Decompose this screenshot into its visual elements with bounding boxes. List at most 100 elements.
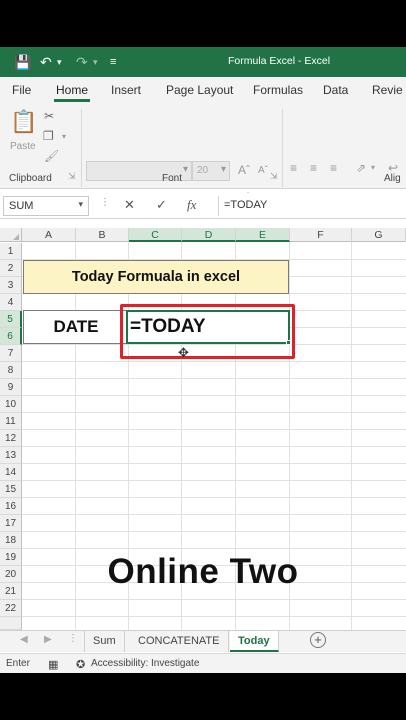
column-header-f[interactable]: F [290, 228, 352, 242]
decrease-font-icon[interactable]: Aˇ [258, 165, 268, 176]
gridline [22, 616, 406, 617]
name-box-value: SUM [9, 200, 34, 212]
ribbon-separator [282, 109, 283, 187]
excel-window: 💾 ↶ ▾ ↷ ▾ ≡ Formula Excel - Excel File H… [0, 47, 406, 673]
insert-function-button[interactable]: fx [187, 197, 196, 213]
column-header-g[interactable]: G [352, 228, 406, 242]
redo-dropdown-icon[interactable]: ▾ [93, 47, 98, 77]
tab-formulas[interactable]: Formulas [253, 83, 303, 97]
status-mode: Enter [6, 658, 30, 669]
undo-dropdown-icon[interactable]: ▾ [57, 47, 62, 77]
orientation-icon[interactable]: ⇗ [356, 161, 366, 175]
copy-dropdown-icon[interactable]: ▾ [62, 132, 66, 141]
mouse-cursor-icon: ✥ [178, 345, 189, 360]
row-header-16[interactable]: 16 [0, 498, 22, 515]
macro-record-icon[interactable]: ▦ [48, 658, 58, 671]
font-launcher-icon[interactable]: ⇲ [270, 171, 278, 182]
save-icon[interactable]: 💾 [14, 47, 31, 77]
row-header-9[interactable]: 9 [0, 379, 22, 396]
format-painter-icon[interactable]: 🖌 [44, 149, 59, 163]
gridline [22, 548, 406, 549]
row-header-11[interactable]: 11 [0, 413, 22, 430]
add-sheet-icon[interactable]: + [310, 632, 326, 648]
cancel-icon[interactable]: ✕ [124, 197, 135, 213]
row-header-8[interactable]: 8 [0, 362, 22, 379]
align-top-icon[interactable]: ≡ [290, 161, 297, 175]
gridline [22, 361, 406, 362]
row-header-3[interactable]: 3 [0, 277, 22, 294]
ribbon-tabs: File Home Insert Page Layout Formulas Da… [0, 77, 406, 103]
redo-icon[interactable]: ↷ [76, 47, 88, 77]
tab-insert[interactable]: Insert [111, 83, 141, 97]
gridline [22, 480, 406, 481]
clipboard-group-label: Clipboard [9, 173, 52, 184]
row-header-17[interactable]: 17 [0, 515, 22, 532]
name-box-dropdown-icon[interactable]: ▾ [78, 199, 83, 210]
tab-home[interactable]: Home [56, 83, 88, 97]
row-header-22[interactable]: 22 [0, 600, 22, 617]
formula-input[interactable]: =TODAY [218, 196, 406, 216]
tab-review[interactable]: Revie [372, 83, 403, 97]
gridline [22, 378, 406, 379]
formula-bar: SUM ▾ ⋮ ✕ ✓ fx =TODAY [0, 193, 406, 219]
align-middle-icon[interactable]: ≡ [310, 161, 317, 175]
increase-font-icon[interactable]: Aˆ [238, 163, 250, 177]
orientation-dropdown-icon[interactable]: ▾ [371, 163, 375, 172]
watermark-text: Online Two [107, 552, 299, 591]
highlight-annotation-box [120, 304, 295, 359]
row-header-4[interactable]: 4 [0, 294, 22, 311]
tab-page-layout[interactable]: Page Layout [166, 83, 233, 97]
sheet-tab-concatenate[interactable]: CONCATENATE [130, 631, 229, 652]
copy-icon[interactable]: ❐ [43, 129, 54, 143]
paste-label[interactable]: Paste [10, 141, 36, 152]
ribbon: 📋 Paste ✂ ❐ ▾ 🖌 Clipboard ⇲ ▾ 20 ▾ Aˆ Aˇ … [0, 103, 406, 206]
row-header-6[interactable]: 6 [0, 328, 22, 345]
tab-file[interactable]: File [12, 83, 31, 97]
sheet-tab-sum[interactable]: Sum [84, 631, 125, 652]
accessibility-status[interactable]: Accessibility: Investigate [91, 658, 199, 669]
row-header-18[interactable]: 18 [0, 532, 22, 549]
row-header-7[interactable]: 7 [0, 345, 22, 362]
clipboard-launcher-icon[interactable]: ⇲ [68, 171, 76, 182]
column-header-e[interactable]: E [236, 228, 290, 242]
font-size-box[interactable]: 20 ▾ [192, 161, 230, 181]
column-header-d[interactable]: D [182, 228, 236, 242]
font-size-value: 20 [197, 165, 209, 176]
gridline [22, 412, 406, 413]
status-bar: Enter ▦ ✪ Accessibility: Investigate [0, 653, 406, 673]
name-box[interactable]: SUM ▾ [3, 196, 89, 216]
gridline [22, 395, 406, 396]
sheet-tab-bar: ◀ ▶ ⋮ Sum CONCATENATE Today + [0, 630, 406, 652]
prev-sheet-icon[interactable]: ◀ [20, 634, 28, 645]
row-header-12[interactable]: 12 [0, 430, 22, 447]
column-header-c[interactable]: C [129, 228, 182, 242]
gridline [22, 599, 406, 600]
column-header-a[interactable]: A [22, 228, 76, 242]
enter-icon[interactable]: ✓ [156, 197, 167, 213]
undo-icon[interactable]: ↶ [40, 47, 52, 77]
customize-toolbar-icon[interactable]: ≡ [110, 47, 116, 77]
font-group-label: Font [162, 173, 183, 184]
row-header-1[interactable]: 1 [0, 243, 22, 260]
ribbon-separator [81, 109, 82, 187]
row-header-15[interactable]: 15 [0, 481, 22, 498]
next-sheet-icon[interactable]: ▶ [44, 634, 52, 645]
row-header-13[interactable]: 13 [0, 447, 22, 464]
sheet-tab-today[interactable]: Today [230, 631, 279, 652]
tab-data[interactable]: Data [323, 83, 348, 97]
date-label-cell[interactable]: DATE [23, 310, 129, 344]
row-header-2[interactable]: 2 [0, 260, 22, 277]
row-header-10[interactable]: 10 [0, 396, 22, 413]
align-bottom-icon[interactable]: ≡ [330, 161, 337, 175]
accessibility-icon[interactable]: ✪ [76, 658, 85, 671]
sheet-overflow-icon[interactable]: ⋮ [68, 633, 78, 644]
row-header-14[interactable]: 14 [0, 464, 22, 481]
gridline [22, 463, 406, 464]
row-header-5[interactable]: 5 [0, 311, 22, 328]
active-tab-indicator [54, 99, 90, 102]
select-all-corner[interactable] [0, 228, 22, 242]
title-merged-cell[interactable]: Today Formuala in excel [23, 260, 289, 294]
cut-icon[interactable]: ✂ [44, 109, 54, 123]
paste-icon[interactable]: 📋 [10, 109, 37, 135]
column-header-b[interactable]: B [76, 228, 129, 242]
